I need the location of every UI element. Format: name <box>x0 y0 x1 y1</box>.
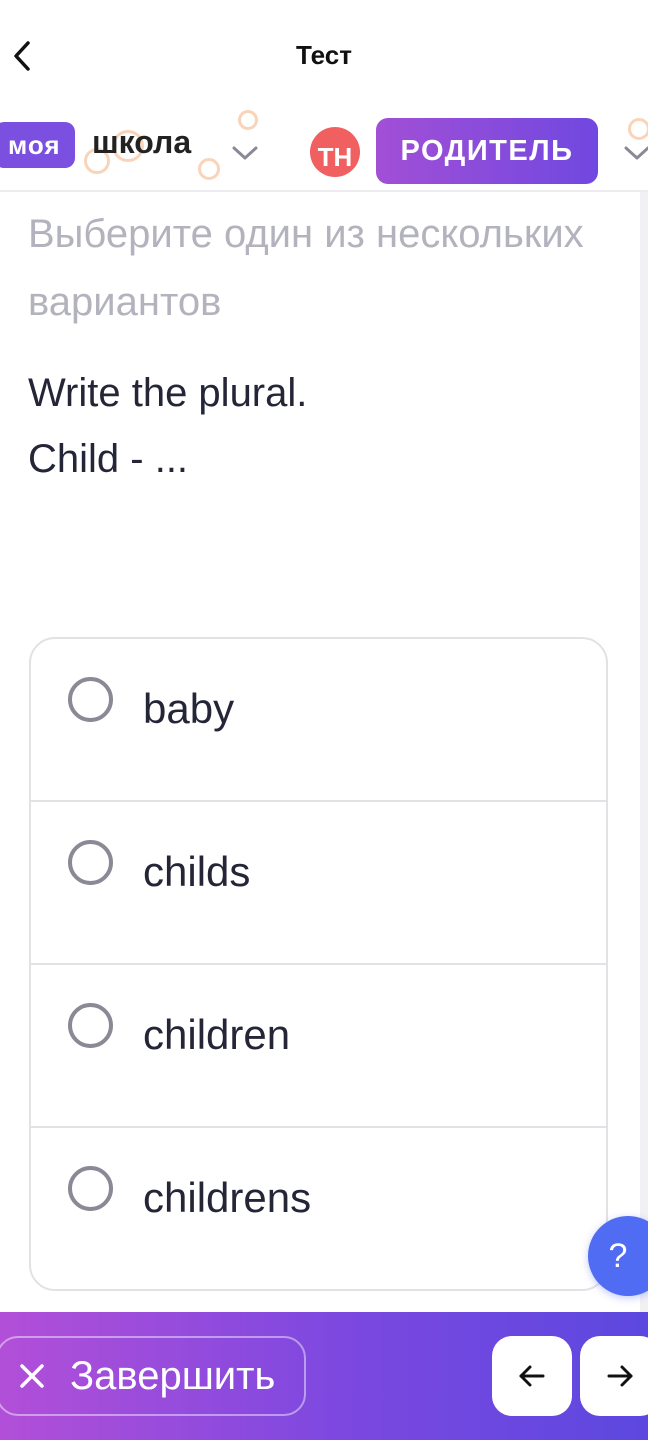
option-label: childrens <box>143 1174 312 1221</box>
logo-text[interactable]: школа <box>92 124 191 161</box>
chevron-down-icon[interactable] <box>620 140 648 164</box>
help-label: ? <box>608 1236 628 1275</box>
next-button[interactable] <box>580 1336 648 1416</box>
option-label: children <box>143 1011 291 1058</box>
answer-option[interactable]: baby <box>31 639 606 802</box>
decor-circle <box>628 118 648 140</box>
previous-button[interactable] <box>492 1336 572 1416</box>
radio-button[interactable] <box>68 840 113 885</box>
question-line: Child - ... <box>28 437 189 481</box>
radio-button[interactable] <box>68 1166 113 1211</box>
role-badge[interactable]: РОДИТЕЛЬ <box>376 118 598 184</box>
bottom-bar: Завершить <box>0 1312 648 1440</box>
option-label: baby <box>143 685 235 732</box>
radio-button[interactable] <box>68 1003 113 1048</box>
question-hint: Выберите один из нескольких вариантов <box>28 212 584 324</box>
answer-option[interactable]: childrens <box>31 1128 606 1289</box>
page-title: Тест <box>296 40 352 70</box>
answer-option[interactable]: childs <box>31 802 606 965</box>
answer-option[interactable]: children <box>31 965 606 1128</box>
option-label: childs <box>143 848 251 895</box>
question-text: Write the plural. Child - ... <box>28 360 608 492</box>
radio-button[interactable] <box>68 677 113 722</box>
question-line: Write the plural. <box>28 371 308 415</box>
arrow-right-icon <box>607 1365 633 1387</box>
finish-button[interactable]: Завершить <box>0 1336 306 1416</box>
logo-badge[interactable]: моя <box>0 122 75 168</box>
decor-circle <box>198 158 220 180</box>
scrollbar[interactable] <box>640 192 648 1312</box>
quiz-screen: Тест моя школа ТН РОДИТЕЛЬ Выберите один… <box>0 0 648 1440</box>
finish-label: Завершить <box>70 1353 276 1398</box>
answer-options: baby childs children childrens <box>29 637 608 1291</box>
school-header: моя школа ТН РОДИТЕЛЬ <box>0 110 648 192</box>
arrow-left-icon <box>519 1365 545 1387</box>
close-icon <box>12 1356 52 1396</box>
top-bar: Тест <box>0 0 648 110</box>
decor-circle <box>238 110 258 130</box>
chevron-down-icon[interactable] <box>228 140 262 164</box>
avatar[interactable]: ТН <box>310 127 360 177</box>
